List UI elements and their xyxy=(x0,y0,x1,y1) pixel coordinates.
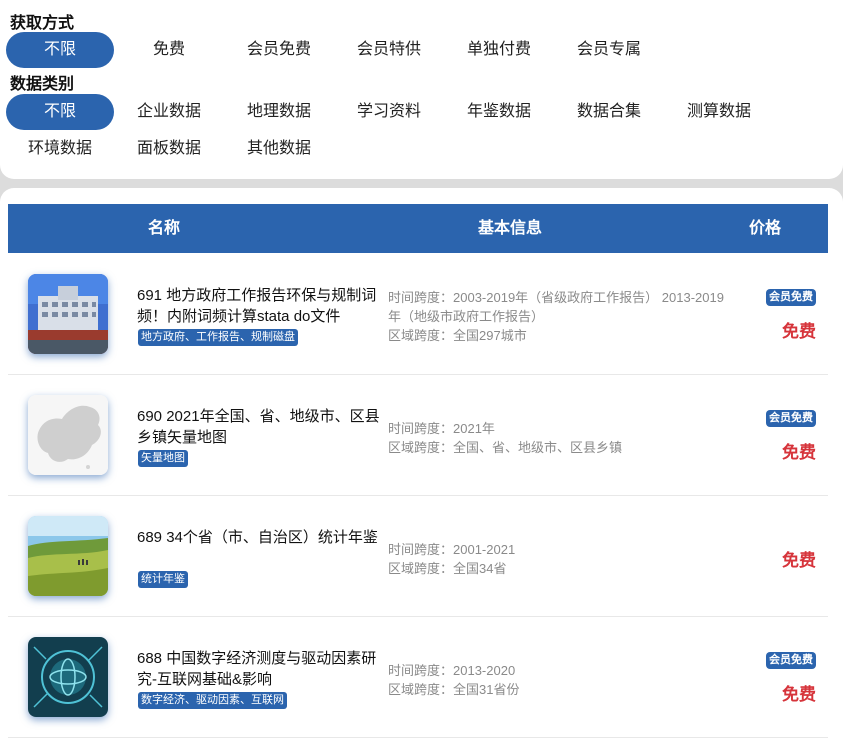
acquire-option-member-free[interactable]: 会员免费 xyxy=(225,32,333,68)
time-span: 时间跨度：2021年 xyxy=(388,421,495,436)
table-header: 名称 基本信息 价格 xyxy=(8,204,828,253)
region-span: 区域跨度：全国、省、地级市、区县乡镇 xyxy=(388,440,623,455)
acquire-option-unlimited[interactable]: 不限 xyxy=(6,32,114,68)
dataset-row[interactable]: 691 地方政府工作报告环保与规制词频！内附词频计算stata do文件 地方政… xyxy=(8,254,828,375)
dataset-row[interactable]: 689 34个省（市、自治区）统计年鉴 统计年鉴 时间跨度：2001-2021 … xyxy=(8,496,828,617)
dataset-list-panel: 名称 基本信息 价格 691 地方政府工作报告环保与规制词频！内附词频计算sta… xyxy=(0,188,843,739)
dataset-tags[interactable]: 地方政府、工作报告、规制磁盘 xyxy=(138,329,298,346)
dataset-info: 时间跨度：2003-2019年（省级政府工作报告） 2013-2019年（地级市… xyxy=(388,288,728,345)
category-option-geography[interactable]: 地理数据 xyxy=(225,94,333,130)
time-span: 时间跨度：2003-2019年（省级政府工作报告） 2013-2019年（地级市… xyxy=(388,290,724,324)
region-span: 区域跨度：全国34省 xyxy=(388,561,507,576)
acquire-option-member-exclusive[interactable]: 会员专属 xyxy=(555,32,663,68)
acquire-filter-title: 获取方式 xyxy=(10,15,75,32)
acquire-option-member-special[interactable]: 会员特供 xyxy=(335,32,443,68)
government-building-icon[interactable] xyxy=(28,274,108,354)
time-span: 时间跨度：2013-2020 xyxy=(388,663,516,678)
dataset-tags[interactable]: 统计年鉴 xyxy=(138,571,188,588)
category-filter-title: 数据类别 xyxy=(10,76,75,93)
dataset-tags[interactable]: 矢量地图 xyxy=(138,450,188,467)
column-header-info: 基本信息 xyxy=(478,220,543,237)
dataset-row[interactable]: 688 中国数字经济测度与驱动因素研究-互联网基础&影响 数字经济、驱动因素、互… xyxy=(8,617,828,738)
member-free-badge: 会员免费 xyxy=(766,652,816,669)
time-span: 时间跨度：2001-2021 xyxy=(388,542,516,557)
price-label: 免费 xyxy=(782,551,816,570)
category-option-yearbook[interactable]: 年鉴数据 xyxy=(445,94,553,130)
category-option-enterprise[interactable]: 企业数据 xyxy=(115,94,223,130)
price-label: 免费 xyxy=(782,322,816,341)
dataset-title[interactable]: 688 中国数字经济测度与驱动因素研究-互联网基础&影响 xyxy=(137,648,383,690)
dataset-info: 时间跨度：2013-2020 区域跨度：全国31省份 xyxy=(388,661,728,699)
dataset-title[interactable]: 689 34个省（市、自治区）统计年鉴 xyxy=(137,527,383,548)
column-header-name: 名称 xyxy=(148,220,181,237)
category-option-estimate[interactable]: 测算数据 xyxy=(665,94,773,130)
dataset-tags[interactable]: 数字经济、驱动因素、互联网 xyxy=(138,692,287,709)
category-option-study[interactable]: 学习资料 xyxy=(335,94,443,130)
category-option-unlimited[interactable]: 不限 xyxy=(6,94,114,130)
digital-globe-icon[interactable] xyxy=(28,637,108,717)
member-free-badge: 会员免费 xyxy=(766,410,816,427)
category-option-panel[interactable]: 面板数据 xyxy=(115,131,223,167)
category-option-other[interactable]: 其他数据 xyxy=(225,131,333,167)
region-span: 区域跨度：全国297城市 xyxy=(388,328,527,343)
price-label: 免费 xyxy=(782,443,816,462)
category-option-environment[interactable]: 环境数据 xyxy=(6,131,114,167)
china-map-icon[interactable] xyxy=(28,395,108,475)
filter-panel: 获取方式 不限 免费 会员免费 会员特供 单独付费 会员专属 数据类别 不限 企… xyxy=(0,0,843,179)
price-label: 免费 xyxy=(782,685,816,704)
category-option-collection[interactable]: 数据合集 xyxy=(555,94,663,130)
grassland-icon[interactable] xyxy=(28,516,108,596)
dataset-title[interactable]: 690 2021年全国、省、地级市、区县乡镇矢量地图 xyxy=(137,406,383,448)
dataset-info: 时间跨度：2021年 区域跨度：全国、省、地级市、区县乡镇 xyxy=(388,419,728,457)
region-span: 区域跨度：全国31省份 xyxy=(388,682,520,697)
member-free-badge: 会员免费 xyxy=(766,289,816,306)
acquire-option-free[interactable]: 免费 xyxy=(115,32,223,68)
column-header-price: 价格 xyxy=(749,220,782,237)
acquire-option-single-pay[interactable]: 单独付费 xyxy=(445,32,553,68)
dataset-row[interactable]: 690 2021年全国、省、地级市、区县乡镇矢量地图 矢量地图 时间跨度：202… xyxy=(8,375,828,496)
dataset-title[interactable]: 691 地方政府工作报告环保与规制词频！内附词频计算stata do文件 xyxy=(137,285,383,327)
dataset-info: 时间跨度：2001-2021 区域跨度：全国34省 xyxy=(388,540,728,578)
